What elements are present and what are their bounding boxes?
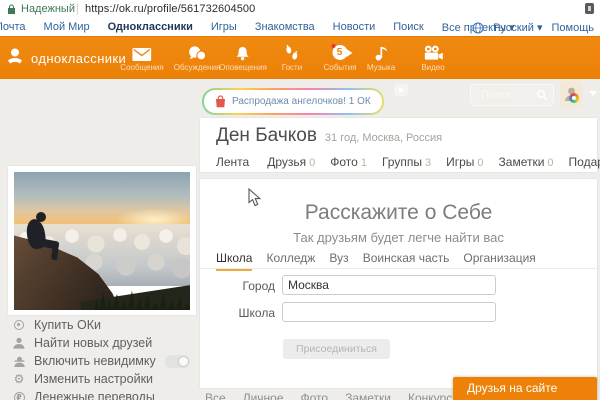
profile-photo[interactable]	[14, 172, 190, 310]
browser-address-bar: Надежный https://ok.ru/profile/561732604…	[0, 0, 600, 20]
city-field[interactable]	[282, 275, 496, 295]
page-title: Ден Бачков	[216, 125, 317, 147]
ok-logo-icon[interactable]	[3, 46, 27, 70]
coin-icon	[12, 318, 26, 332]
mouse-cursor	[248, 188, 262, 208]
help-link[interactable]: Помощь	[552, 22, 595, 34]
service-search[interactable]: Поиск	[384, 21, 432, 34]
filter-notes[interactable]: Заметки	[345, 391, 391, 400]
sidebar-item-money-transfers[interactable]: ₽ Денежные переводы	[8, 388, 196, 400]
shopping-bag-icon	[215, 95, 226, 108]
service-games[interactable]: Игры	[202, 21, 246, 34]
sidebar-item-find-friends[interactable]: Найти новых друзей	[8, 334, 196, 352]
promo-text: Распродажа ангелочков! 1 ОК	[232, 96, 371, 107]
profile-photo-card	[8, 166, 196, 315]
sidebar-menu: Купить ОКи Найти новых друзей Включить н…	[8, 316, 196, 400]
nav-events[interactable]: 5 События	[323, 44, 356, 72]
tab-groups[interactable]: Группы3	[382, 155, 431, 169]
profile-tabs: Лента Друзья0 Фото1 Группы3 Игры0 Заметк…	[216, 155, 600, 169]
services-nav: Почта Мой Мир Одноклассники Игры Знакомс…	[0, 19, 600, 36]
envelope-icon	[120, 44, 163, 61]
tab-games[interactable]: Игры0	[446, 155, 483, 169]
add-friend-icon	[12, 336, 26, 350]
music-play-icon[interactable]	[394, 84, 408, 96]
language-selector[interactable]: Русский ▾	[493, 21, 542, 34]
video-camera-icon	[421, 44, 444, 61]
ruble-icon: ₽	[12, 390, 26, 400]
service-dating[interactable]: Знакомства	[246, 21, 324, 34]
divider	[200, 268, 597, 269]
promo-banner[interactable]: Распродажа ангелочков! 1 ОК	[202, 88, 384, 115]
notification-dot	[331, 44, 335, 48]
tab-feed[interactable]: Лента	[216, 155, 252, 169]
profile-meta: 31 год, Москва, Россия	[325, 132, 442, 144]
header-search	[470, 84, 554, 106]
nav-discussions[interactable]: Обсуждения	[174, 44, 221, 72]
school-field[interactable]	[282, 302, 496, 322]
profile-header-card: Ден Бачков 31 год, Москва, Россия Лента …	[200, 118, 597, 172]
invisibility-icon	[12, 354, 26, 368]
url-text[interactable]: https://ok.ru/profile/561732604500	[85, 3, 255, 15]
photo-grass	[94, 288, 190, 310]
lock-icon	[7, 4, 16, 15]
filter-photo[interactable]: Фото	[301, 391, 329, 400]
tab-friends[interactable]: Друзья0	[267, 155, 315, 169]
tab-photos[interactable]: Фото1	[330, 155, 367, 169]
school-label: Школа	[200, 306, 275, 320]
music-note-icon	[367, 44, 395, 61]
search-icon[interactable]	[536, 89, 548, 101]
invisibility-toggle[interactable]	[165, 355, 190, 368]
join-button[interactable]: Присоединиться	[283, 339, 390, 359]
footprints-icon	[282, 44, 302, 61]
rainbow-theme-icon[interactable]	[569, 93, 579, 103]
services-right: Русский ▾ Помощь	[472, 21, 594, 34]
about-card: Расскажите о Себе Так друзьям будет легч…	[200, 179, 597, 388]
ok-header: одноклассники Сообщения Обсуждения Опове…	[0, 36, 600, 79]
tab-gifts[interactable]: Подарки	[569, 155, 600, 169]
security-label: Надежный	[21, 3, 75, 15]
tab-notes[interactable]: Заметки0	[499, 155, 554, 169]
friends-online-button[interactable]: Друзья на сайте	[453, 377, 597, 400]
nav-messages[interactable]: Сообщения	[120, 44, 163, 72]
service-odnoklassniki[interactable]: Одноклассники	[99, 21, 202, 34]
nav-music[interactable]: Музыка	[367, 44, 395, 72]
brand-text[interactable]: одноклассники	[31, 51, 126, 66]
filter-personal[interactable]: Личное	[243, 391, 284, 400]
chevron-down-icon[interactable]	[589, 91, 597, 96]
service-mail[interactable]: Почта	[0, 21, 35, 34]
services-list: Почта Мой Мир Одноклассники Игры Знакомс…	[0, 21, 524, 34]
city-label: Город	[200, 279, 275, 293]
divider	[77, 3, 78, 15]
nav-notifications[interactable]: Оповещения	[219, 44, 267, 72]
about-subtitle: Так друзьям будет легче найти вас	[200, 230, 597, 245]
service-moi-mir[interactable]: Мой Мир	[35, 21, 99, 34]
sidebar-item-buy-oks[interactable]: Купить ОКи	[8, 316, 196, 334]
chat-bubbles-icon	[174, 44, 221, 61]
service-news[interactable]: Новости	[324, 21, 385, 34]
sidebar-item-invisibility[interactable]: Включить невидимку	[8, 352, 196, 370]
events-coin-icon: 5	[323, 44, 356, 61]
globe-icon	[472, 22, 484, 34]
gear-icon: ⚙	[12, 372, 26, 386]
search-input[interactable]	[479, 88, 541, 102]
filter-all[interactable]: Все	[205, 391, 226, 400]
sidebar-item-settings[interactable]: ⚙ Изменить настройки	[8, 370, 196, 388]
browser-menu-icon[interactable]	[585, 3, 594, 14]
screen: Надежный https://ok.ru/profile/561732604…	[0, 0, 600, 400]
bell-icon	[219, 44, 267, 61]
nav-video[interactable]: Видео	[421, 44, 444, 72]
nav-guests[interactable]: Гости	[282, 44, 302, 72]
